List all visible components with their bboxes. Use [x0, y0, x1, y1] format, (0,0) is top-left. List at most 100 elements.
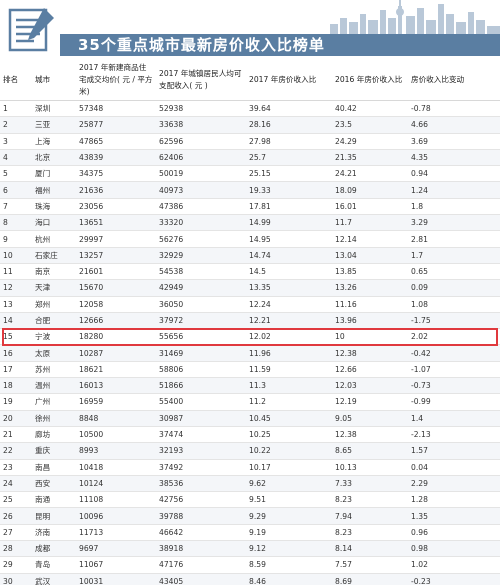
cell-price: 8848 — [76, 410, 156, 427]
cell-income: 42756 — [156, 491, 246, 509]
cell-ratio-change: -2.13 — [408, 426, 500, 444]
cell-city: 郑州 — [32, 296, 76, 313]
cell-rank: 27 — [0, 524, 32, 542]
cell-ratio-2017: 11.96 — [246, 344, 332, 362]
table-row: 7 珠海 23056 47386 17.81 16.01 1.8 — [0, 198, 500, 216]
document-icon — [8, 8, 54, 52]
cell-ratio-2016: 12.19 — [332, 393, 408, 411]
cell-rank: 28 — [0, 540, 32, 558]
cell-ratio-2016: 10.13 — [332, 459, 408, 476]
cell-ratio-2016: 7.94 — [332, 507, 408, 525]
cell-ratio-2016: 12.38 — [332, 426, 408, 444]
cell-city: 温州 — [32, 377, 76, 395]
table-row: 28 成都 9697 38918 9.12 8.14 0.98 — [0, 540, 500, 558]
cell-ratio-change: 1.35 — [408, 507, 500, 525]
cell-ratio-2016: 12.66 — [332, 361, 408, 379]
cell-rank: 22 — [0, 442, 32, 460]
cell-income: 62406 — [156, 149, 246, 167]
cell-ratio-2016: 12.14 — [332, 230, 408, 248]
cell-ratio-2017: 12.24 — [246, 296, 332, 313]
cell-ratio-2017: 14.95 — [246, 230, 332, 248]
cell-ratio-2017: 8.59 — [246, 556, 332, 574]
cell-city: 广州 — [32, 393, 76, 411]
header-row: 排名 城市 2017 年新建商品住宅成交均价( 元 / 平方米) 2017 年城… — [0, 60, 500, 101]
cell-city: 西安 — [32, 475, 76, 493]
cell-rank: 4 — [0, 149, 32, 167]
cell-price: 16959 — [76, 393, 156, 411]
table-row: 6 福州 21636 40973 19.33 18.09 1.24 — [0, 181, 500, 199]
cell-ratio-change: 4.35 — [408, 149, 500, 167]
cell-price: 21636 — [76, 181, 156, 199]
cell-income: 50019 — [156, 165, 246, 183]
cell-ratio-2017: 9.51 — [246, 491, 332, 509]
cell-income: 36050 — [156, 296, 246, 313]
cell-ratio-change: 0.98 — [408, 540, 500, 558]
cell-income: 31469 — [156, 344, 246, 362]
cell-income: 37474 — [156, 426, 246, 444]
header-ratio-2016: 2016 年房价收入比 — [332, 60, 408, 101]
cell-rank: 23 — [0, 459, 32, 476]
cell-city: 徐州 — [32, 410, 76, 427]
cell-income: 58806 — [156, 361, 246, 379]
cell-price: 8993 — [76, 442, 156, 460]
cell-rank: 10 — [0, 247, 32, 264]
cell-city: 厦门 — [32, 165, 76, 183]
cell-rank: 18 — [0, 377, 32, 395]
cell-income: 32193 — [156, 442, 246, 460]
table-row: 8 海口 13651 33320 14.99 11.7 3.29 — [0, 214, 500, 232]
cell-income: 37492 — [156, 459, 246, 476]
header-city: 城市 — [32, 60, 76, 101]
table-row: 19 广州 16959 55400 11.2 12.19 -0.99 — [0, 393, 500, 411]
table-row: 25 南通 11108 42756 9.51 8.23 1.28 — [0, 491, 500, 509]
cell-ratio-change: -0.23 — [408, 573, 500, 585]
cell-ratio-2017: 14.5 — [246, 263, 332, 281]
cell-ratio-2017: 10.22 — [246, 442, 332, 460]
table-body: 1 深圳 57348 52938 39.64 40.42 -0.78 2 三亚 25877 3363… — [0, 100, 500, 585]
table-row: 29 青岛 11067 47176 8.59 7.57 1.02 — [0, 556, 500, 574]
cell-price: 12666 — [76, 312, 156, 330]
cell-ratio-change: -1.75 — [408, 312, 500, 330]
cell-price: 25877 — [76, 116, 156, 134]
cell-price: 13257 — [76, 247, 156, 264]
cell-ratio-2017: 19.33 — [246, 181, 332, 199]
cell-ratio-2016: 13.96 — [332, 312, 408, 330]
cell-rank: 16 — [0, 344, 32, 362]
cell-ratio-change: 0.94 — [408, 165, 500, 183]
cell-ratio-change: 1.24 — [408, 181, 500, 199]
cell-ratio-2017: 12.02 — [246, 328, 332, 346]
cell-city: 上海 — [32, 133, 76, 150]
cell-price: 15670 — [76, 279, 156, 297]
cell-city: 济南 — [32, 524, 76, 542]
cell-rank: 26 — [0, 507, 32, 525]
cell-ratio-2017: 14.74 — [246, 247, 332, 264]
cell-ratio-2017: 14.99 — [246, 214, 332, 232]
cell-ratio-change: 0.96 — [408, 524, 500, 542]
cell-ratio-2016: 8.14 — [332, 540, 408, 558]
cell-ratio-2016: 8.69 — [332, 573, 408, 585]
cell-income: 56276 — [156, 230, 246, 248]
cell-ratio-change: -0.78 — [408, 100, 500, 118]
cell-income: 43405 — [156, 573, 246, 585]
cell-city: 太原 — [32, 344, 76, 362]
cell-ratio-2016: 8.65 — [332, 442, 408, 460]
cell-ratio-change: 3.69 — [408, 133, 500, 150]
cell-ratio-change: 3.29 — [408, 214, 500, 232]
cell-ratio-2017: 17.81 — [246, 198, 332, 216]
cell-ratio-2016: 7.57 — [332, 556, 408, 574]
cell-ratio-2017: 27.98 — [246, 133, 332, 150]
cell-rank: 30 — [0, 573, 32, 585]
cell-ratio-change: -0.42 — [408, 344, 500, 362]
header-rank: 排名 — [0, 60, 32, 101]
cell-income: 55400 — [156, 393, 246, 411]
cell-city: 青岛 — [32, 556, 76, 574]
cell-ratio-change: -0.99 — [408, 393, 500, 411]
cell-ratio-2017: 9.62 — [246, 475, 332, 493]
cell-city: 昆明 — [32, 507, 76, 525]
cell-ratio-2016: 21.35 — [332, 149, 408, 167]
table-row: 1 深圳 57348 52938 39.64 40.42 -0.78 — [0, 100, 500, 118]
cell-city: 三亚 — [32, 116, 76, 134]
cell-city: 武汉 — [32, 573, 76, 585]
cell-ratio-2016: 13.85 — [332, 263, 408, 281]
cell-income: 33638 — [156, 116, 246, 134]
cell-price: 47865 — [76, 133, 156, 150]
